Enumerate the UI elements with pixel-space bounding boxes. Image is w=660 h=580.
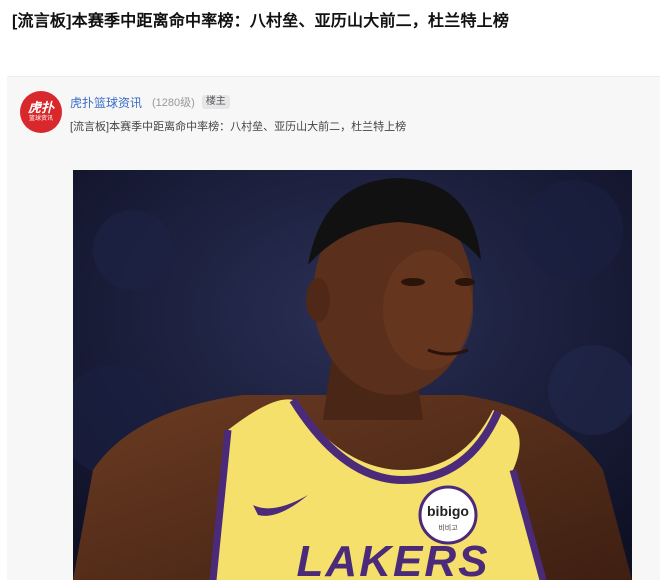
avatar-logo-text: 虎扑 [27, 100, 54, 115]
jersey-team-text: LAKERS [297, 537, 490, 580]
jersey-patch-text: bibigo [427, 503, 469, 519]
page-title[interactable]: [流言板]本赛季中距离命中率榜：八村垒、亚历山大前二，杜兰特上榜 [12, 7, 509, 31]
op-badge: 楼主 [201, 95, 230, 109]
avatar[interactable]: 虎扑 篮球资讯 [20, 91, 62, 133]
author-level: (1280级) [152, 97, 195, 109]
author-row: 虎扑篮球资讯 (1280级) 楼主 [70, 94, 230, 110]
post-subtitle: [流言板]本赛季中距离命中率榜：八村垒、亚历山大前二，杜兰特上榜 [70, 121, 407, 133]
player-photo: bibigo 비비고 LAKERS [73, 170, 632, 580]
avatar-logo-subtext: 篮球资讯 [28, 116, 53, 122]
author-name[interactable]: 虎扑篮球资讯 [70, 94, 142, 111]
jersey-patch-subtext: 비비고 [438, 523, 458, 532]
post-image[interactable]: bibigo 비비고 LAKERS [73, 170, 632, 580]
